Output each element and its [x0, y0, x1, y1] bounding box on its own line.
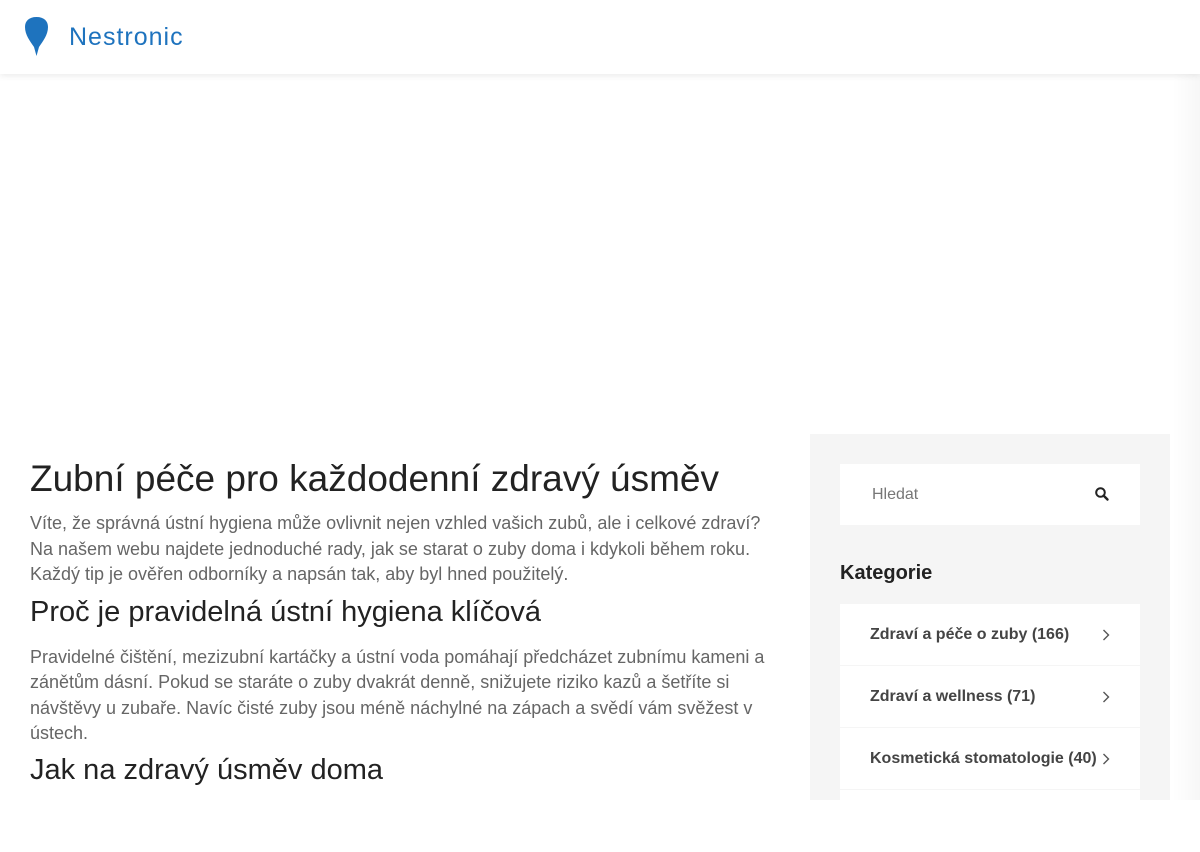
category-item-next[interactable] — [840, 790, 1140, 851]
section-heading-hygiene: Proč je pravidelná ústní hygiena klíčová — [30, 595, 542, 628]
category-label: Zdraví a péče o zuby (166) — [870, 625, 1070, 643]
search-box — [840, 464, 1140, 525]
section-heading-home-care: Jak na zdravý úsměv doma — [30, 753, 383, 786]
hygiene-paragraph: Pravidelné čištění, mezizubní kartáčky a… — [30, 646, 765, 744]
intro-paragraph: Víte, že správná ústní hygiena může ovli… — [30, 513, 761, 584]
page-edge-shadow — [1172, 74, 1200, 800]
article-content: Zubní péče pro každodenní zdravý úsměv V… — [30, 455, 780, 790]
site-header: Nestronic — [0, 0, 1200, 74]
category-label: Kosmetická stomatologie (40) — [870, 749, 1097, 767]
home-link[interactable]: Nestronic — [24, 16, 184, 58]
chevron-right-icon — [1103, 691, 1110, 702]
chevron-right-icon — [1103, 753, 1110, 764]
map-pin-icon — [25, 17, 48, 56]
category-item-cosmetic-dentistry[interactable]: Kosmetická stomatologie (40) — [840, 728, 1140, 789]
categories-list: Zdraví a péče o zuby (166) Zdraví a well… — [840, 604, 1140, 852]
search-icon[interactable] — [1094, 486, 1110, 502]
sidebar: Kategorie Zdraví a péče o zuby (166) Zdr… — [810, 434, 1170, 851]
category-item-dental-care[interactable]: Zdraví a péče o zuby (166) — [840, 604, 1140, 665]
search-input[interactable] — [870, 484, 1094, 505]
page-title: Zubní péče pro každodenní zdravý úsměv — [30, 458, 719, 499]
category-label: Zdraví a wellness (71) — [870, 687, 1036, 705]
chevron-right-icon — [1103, 629, 1110, 640]
category-item-wellness[interactable]: Zdraví a wellness (71) — [840, 666, 1140, 727]
categories-heading: Kategorie — [840, 562, 933, 584]
brand-name: Nestronic — [69, 22, 184, 51]
